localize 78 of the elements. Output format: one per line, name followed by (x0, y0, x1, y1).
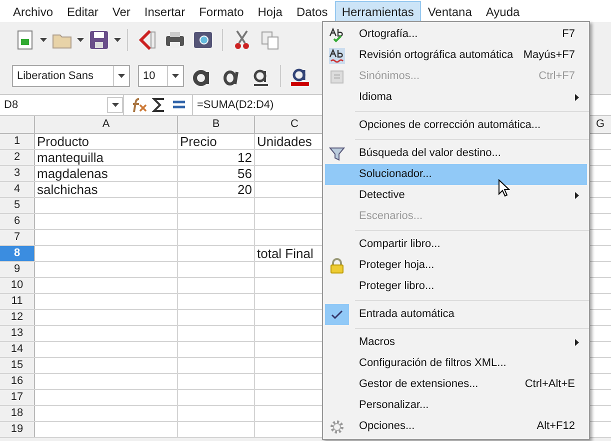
menu-item[interactable]: Personalizar... (325, 395, 587, 416)
row-header[interactable]: 1 (0, 134, 35, 149)
submenu-arrow-icon (575, 192, 579, 199)
row-header[interactable]: 12 (0, 310, 35, 325)
function-wizard-icon (130, 97, 148, 113)
menu-item[interactable]: Idioma (325, 87, 587, 108)
table-cell-text: total Final (257, 246, 314, 261)
row-header[interactable]: 10 (0, 278, 35, 293)
sigma-icon (152, 97, 166, 113)
dropdown-caret-icon (118, 74, 125, 78)
menu-bar-item[interactable]: Editar (60, 0, 106, 22)
menu-bar-item[interactable]: Insertar (137, 0, 192, 22)
table-cell-text: magdalenas (37, 166, 109, 181)
table-cell-text: mantequilla (37, 150, 104, 165)
menu-item[interactable]: Revisión ortográfica automática Mayús+F7 (325, 45, 587, 66)
menu-item[interactable]: Solucionador... (325, 164, 587, 185)
row-header[interactable]: 11 (0, 294, 35, 309)
row-header[interactable]: 6 (0, 214, 35, 229)
row-header[interactable]: 13 (0, 326, 35, 341)
column-header[interactable]: G (590, 116, 611, 133)
menu-bar-item[interactable]: Formato (192, 0, 251, 22)
cell-reference-field[interactable]: D8 (0, 95, 124, 115)
menu-bar-item[interactable]: Archivo (6, 0, 60, 22)
row-header[interactable]: 9 (0, 262, 35, 277)
font-size-field[interactable]: 10 (138, 65, 184, 87)
row-header[interactable]: 15 (0, 358, 35, 373)
checkmark-icon (331, 310, 343, 320)
row-header[interactable]: 4 (0, 182, 35, 197)
spell-check-icon (329, 26, 345, 42)
menu-item[interactable]: Compartir libro... (325, 234, 587, 255)
menu-bar-item[interactable]: Ver (105, 0, 138, 22)
menu-item[interactable]: Proteger hoja... (325, 255, 587, 276)
menu-item[interactable]: Entrada automática (325, 304, 587, 325)
row-header[interactable]: 16 (0, 374, 35, 389)
menu-item[interactable]: Ortografía... F7 (325, 24, 587, 45)
table-cell-text: salchichas (37, 182, 99, 197)
menu-item[interactable]: Proteger libro... (325, 276, 587, 297)
dropdown-caret-icon (77, 38, 84, 42)
font-name-field[interactable]: Liberation Sans (12, 65, 130, 87)
table-cell-text: 12 (236, 150, 252, 165)
menu-bar-item[interactable]: Ayuda (478, 0, 527, 22)
table-cell-text: Producto (37, 134, 90, 149)
document-icon (330, 70, 344, 84)
row-header[interactable]: 19 (0, 422, 35, 437)
row-header[interactable]: 3 (0, 166, 35, 181)
padlock-icon (330, 258, 344, 274)
row-header[interactable]: 18 (0, 406, 35, 421)
row-header[interactable]: 5 (0, 198, 35, 213)
dropdown-caret-icon (40, 38, 47, 42)
row-header[interactable]: 17 (0, 390, 35, 405)
menu-item[interactable]: Gestor de extensiones... Ctrl+Alt+E (325, 374, 587, 395)
row-header[interactable]: 7 (0, 230, 35, 245)
submenu-arrow-icon (575, 339, 579, 346)
dropdown-caret-icon (112, 103, 118, 107)
mouse-pointer-icon (498, 179, 510, 197)
table-cell-text: 56 (236, 166, 252, 181)
menu-bar-item[interactable]: Ventana (420, 0, 479, 22)
menu-item[interactable]: Configuración de filtros XML... (325, 353, 587, 374)
menu-item[interactable]: Búsqueda del valor destino... (325, 143, 587, 164)
column-header[interactable]: B (178, 116, 255, 133)
table-cell-text: Unidades (257, 134, 313, 149)
menu-item[interactable]: Macros (325, 332, 587, 353)
column-header[interactable]: A (35, 116, 178, 133)
menu-item[interactable]: Opciones... Alt+F12 (325, 416, 587, 437)
menu-item[interactable]: Detective (325, 185, 587, 206)
menu-bar-item[interactable]: Datos (289, 0, 335, 22)
gear-icon (329, 418, 345, 434)
dropdown-caret-icon (114, 38, 121, 42)
funnel-icon (329, 146, 345, 162)
auto-spell-check-icon (329, 48, 345, 64)
menu-bar-item[interactable]: Hoja (250, 0, 290, 22)
dropdown-caret-icon (172, 74, 179, 78)
row-header[interactable]: 2 (0, 150, 35, 165)
table-cell-text: Precio (180, 134, 218, 149)
menu-bar-item[interactable]: Herramientas (334, 0, 421, 22)
table-cell-text: 20 (236, 182, 252, 197)
submenu-arrow-icon (575, 94, 579, 101)
row-header[interactable]: 14 (0, 342, 35, 357)
